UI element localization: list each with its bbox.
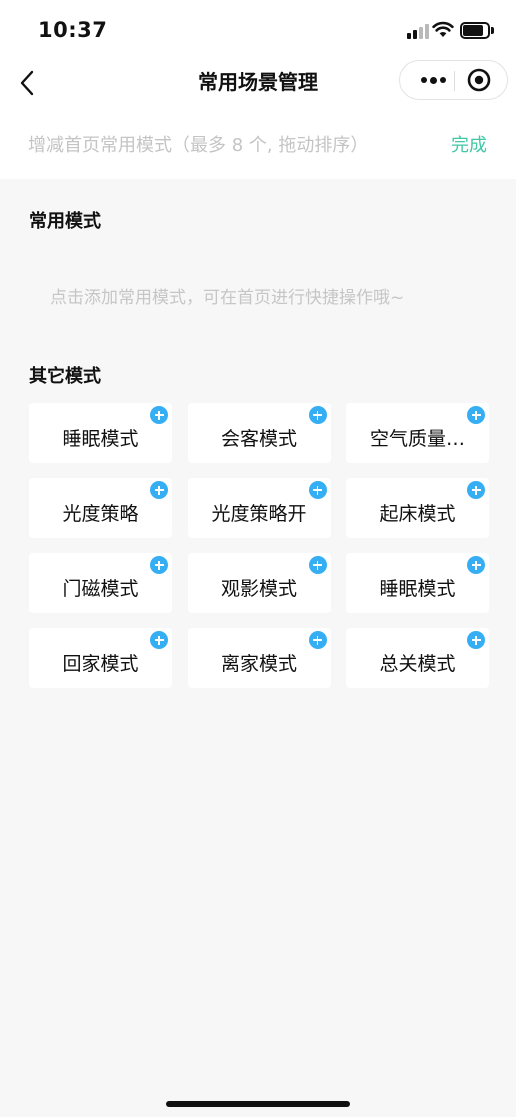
mode-label: 光度策略开 <box>211 502 307 525</box>
mode-label: 会客模式 <box>220 427 297 450</box>
home-indicator[interactable] <box>166 1101 350 1107</box>
mode-tile[interactable]: 观影模式 <box>187 553 331 613</box>
plus-circle-icon[interactable] <box>150 481 168 499</box>
mode-label: 门磁模式 <box>62 577 139 600</box>
done-button[interactable]: 完成 <box>451 131 487 157</box>
mode-tile[interactable]: 会客模式 <box>187 403 331 463</box>
mode-label: 回家模式 <box>62 652 139 675</box>
plus-circle-icon[interactable] <box>467 631 485 649</box>
plus-circle-icon[interactable] <box>308 481 327 499</box>
mode-label: 起床模式 <box>379 502 456 525</box>
mode-label: 离家模式 <box>220 652 297 675</box>
mode-tile[interactable]: 光度策略 <box>29 478 172 538</box>
empty-common-hint: 点击添加常用模式，可在首页进行快捷操作哦~ <box>50 288 405 308</box>
more-dots-icon[interactable] <box>413 61 453 99</box>
plus-circle-icon[interactable] <box>150 556 168 574</box>
plus-circle-icon[interactable] <box>467 406 485 424</box>
plus-circle-icon[interactable] <box>150 631 168 649</box>
mode-tile[interactable]: 光度策略开 <box>187 478 331 538</box>
capsule-divider <box>454 71 455 91</box>
plus-circle-icon[interactable] <box>467 481 485 499</box>
plus-circle-icon[interactable] <box>308 406 327 424</box>
mode-tile[interactable]: 睡眠模式 <box>29 403 172 463</box>
battery-icon <box>460 22 494 39</box>
plus-circle-icon[interactable] <box>467 556 485 574</box>
plus-circle-icon[interactable] <box>308 556 327 574</box>
mode-tile[interactable]: 起床模式 <box>346 478 489 538</box>
other-modes-grid: 睡眠模式 会客模式 空气质量… 光度策略 光度策略开 起床模式 门磁模式 观影模… <box>29 403 489 688</box>
common-modes-title: 常用模式 <box>29 211 101 232</box>
mode-label: 空气质量… <box>369 427 465 450</box>
mode-tile[interactable]: 睡眠模式 <box>346 553 489 613</box>
mode-tile[interactable]: 总关模式 <box>346 628 489 688</box>
mode-label: 总关模式 <box>379 652 456 675</box>
cellular-signal-icon <box>407 24 429 39</box>
mode-tile[interactable]: 门磁模式 <box>29 553 172 613</box>
status-time: 10:37 <box>38 18 108 42</box>
wifi-icon <box>432 21 454 37</box>
mini-program-capsule <box>399 60 508 100</box>
mode-label: 睡眠模式 <box>62 427 139 450</box>
plus-circle-icon[interactable] <box>308 631 327 649</box>
plus-circle-icon[interactable] <box>150 406 168 424</box>
mode-label: 睡眠模式 <box>379 577 456 600</box>
other-modes-title: 其它模式 <box>29 366 101 387</box>
mode-tile[interactable]: 空气质量… <box>346 403 489 463</box>
mode-tile[interactable]: 回家模式 <box>29 628 172 688</box>
sort-hint: 增减首页常用模式（最多 8 个, 拖动排序） <box>28 135 369 156</box>
mode-tile[interactable]: 离家模式 <box>187 628 331 688</box>
mode-label: 观影模式 <box>220 577 297 600</box>
target-circle-icon[interactable] <box>467 68 491 92</box>
mode-label: 光度策略 <box>62 502 139 525</box>
